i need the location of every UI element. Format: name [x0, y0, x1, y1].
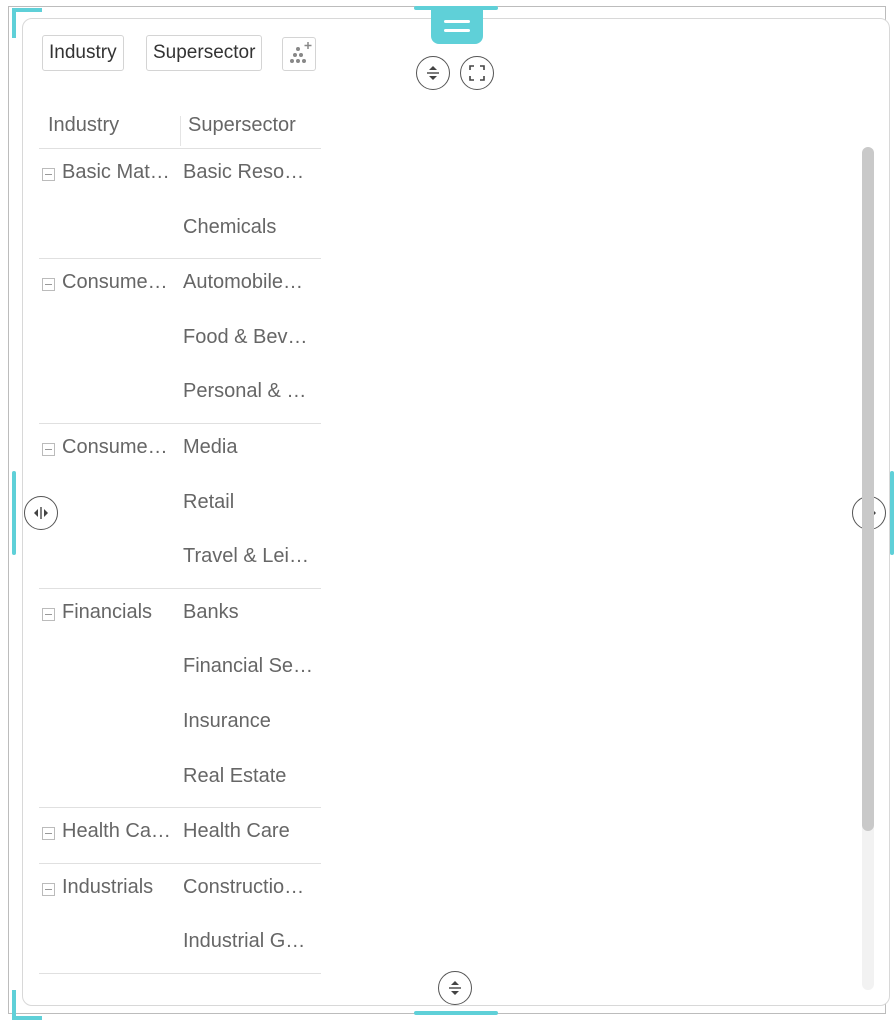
industry-cell: Consume…	[62, 271, 168, 294]
table-row[interactable]: Chemicals	[39, 204, 321, 259]
expand-collapse-button[interactable]	[416, 56, 450, 90]
supersector-cell: Industrial G…	[183, 930, 306, 953]
chip-supersector[interactable]: Supersector	[146, 35, 263, 71]
chip-industry[interactable]: Industry	[42, 35, 124, 71]
table-row[interactable]: Consume… Automobile…	[39, 259, 321, 314]
industry-cell: Basic Mat…	[62, 161, 170, 183]
supersector-cell: Health Care	[183, 820, 290, 843]
supersector-cell: Media	[183, 435, 238, 458]
supersector-cell: Retail	[183, 490, 235, 513]
table-row[interactable]: Industrial G…	[39, 918, 321, 973]
collapse-icon[interactable]	[42, 168, 55, 181]
resize-handle-bottom[interactable]	[414, 1011, 498, 1015]
table-group: Consume… Media Retail Travel & Lei…	[39, 424, 321, 589]
table-row[interactable]: Consume… Media	[39, 424, 321, 479]
vertical-scrollbar[interactable]	[862, 147, 874, 990]
table-row[interactable]: Real Estate	[39, 753, 321, 808]
corner-handle-bottom-left[interactable]	[12, 990, 42, 1020]
industry-cell: Financials	[62, 600, 153, 623]
collapse-icon[interactable]	[42, 442, 55, 456]
supersector-cell: Real Estate	[183, 764, 287, 787]
table-group: Financials Banks Financial Se… Insurance…	[39, 589, 321, 809]
column-header-supersector[interactable]: Supersector	[188, 114, 296, 137]
table-group: Industrials Constructio… Industrial G…	[39, 864, 321, 974]
supersector-cell: Insurance	[183, 709, 271, 732]
resize-handle-right[interactable]	[890, 471, 894, 555]
industry-cell: Health Ca…	[62, 820, 171, 843]
scrollbar-thumb[interactable]	[862, 147, 874, 831]
collapse-icon[interactable]	[42, 607, 55, 621]
fullscreen-icon	[469, 65, 485, 81]
table-group	[39, 974, 321, 990]
supersector-cell: Basic Reso…	[183, 161, 305, 183]
resize-handle-left[interactable]	[12, 471, 16, 555]
collapse-icon[interactable]	[42, 882, 55, 896]
table-header: Industry Supersector	[39, 106, 321, 149]
column-divider	[180, 116, 181, 146]
drag-handle[interactable]	[431, 8, 483, 44]
table-row[interactable]: Insurance	[39, 698, 321, 753]
collapse-icon[interactable]	[42, 278, 55, 292]
corner-handle-top-left[interactable]	[12, 8, 42, 38]
table-row[interactable]: Personal & …	[39, 368, 321, 423]
table-row[interactable]: Basic Mat… Basic Reso…	[39, 149, 321, 204]
supersector-cell: Banks	[183, 600, 239, 623]
supersector-cell: Personal & …	[183, 380, 307, 403]
table-row[interactable]: Retail	[39, 479, 321, 534]
supersector-cell: Food & Bev…	[183, 325, 308, 348]
supersector-cell: Constructio…	[183, 875, 305, 898]
table-row[interactable]: Food & Bev…	[39, 314, 321, 369]
fullscreen-button[interactable]	[460, 56, 494, 90]
table-group: Consume… Automobile… Food & Bev… Persona…	[39, 259, 321, 424]
table-row[interactable]: Financials Banks	[39, 589, 321, 644]
expand-collapse-icon	[449, 981, 461, 995]
industry-cell: Industrials	[62, 875, 154, 898]
industry-cell: Consume…	[62, 435, 168, 458]
table-row[interactable]: Financial Se…	[39, 643, 321, 698]
add-variable-button[interactable]	[282, 37, 316, 71]
hamburger-icon	[444, 20, 470, 23]
scatter-plus-icon	[290, 42, 312, 63]
supersector-cell: Automobile…	[183, 271, 304, 294]
table-group: Basic Mat… Basic Reso… Chemicals	[39, 149, 321, 260]
supersector-cell: Travel & Lei…	[183, 545, 309, 568]
table-group: Health Ca… Health Care	[39, 808, 321, 864]
table-row[interactable]	[39, 974, 321, 990]
collapse-icon[interactable]	[42, 827, 55, 841]
data-table: Industry Supersector Basic Mat… Basic Re…	[39, 106, 321, 990]
table-row[interactable]: Health Ca… Health Care	[39, 808, 321, 863]
resize-bottom-button[interactable]	[438, 971, 472, 1005]
table-row[interactable]: Travel & Lei…	[39, 533, 321, 588]
table-row[interactable]: Industrials Constructio…	[39, 864, 321, 919]
supersector-cell: Financial Se…	[183, 655, 314, 678]
column-header-industry[interactable]: Industry	[48, 114, 119, 137]
supersector-cell: Chemicals	[183, 215, 277, 238]
expand-collapse-icon	[427, 66, 439, 80]
